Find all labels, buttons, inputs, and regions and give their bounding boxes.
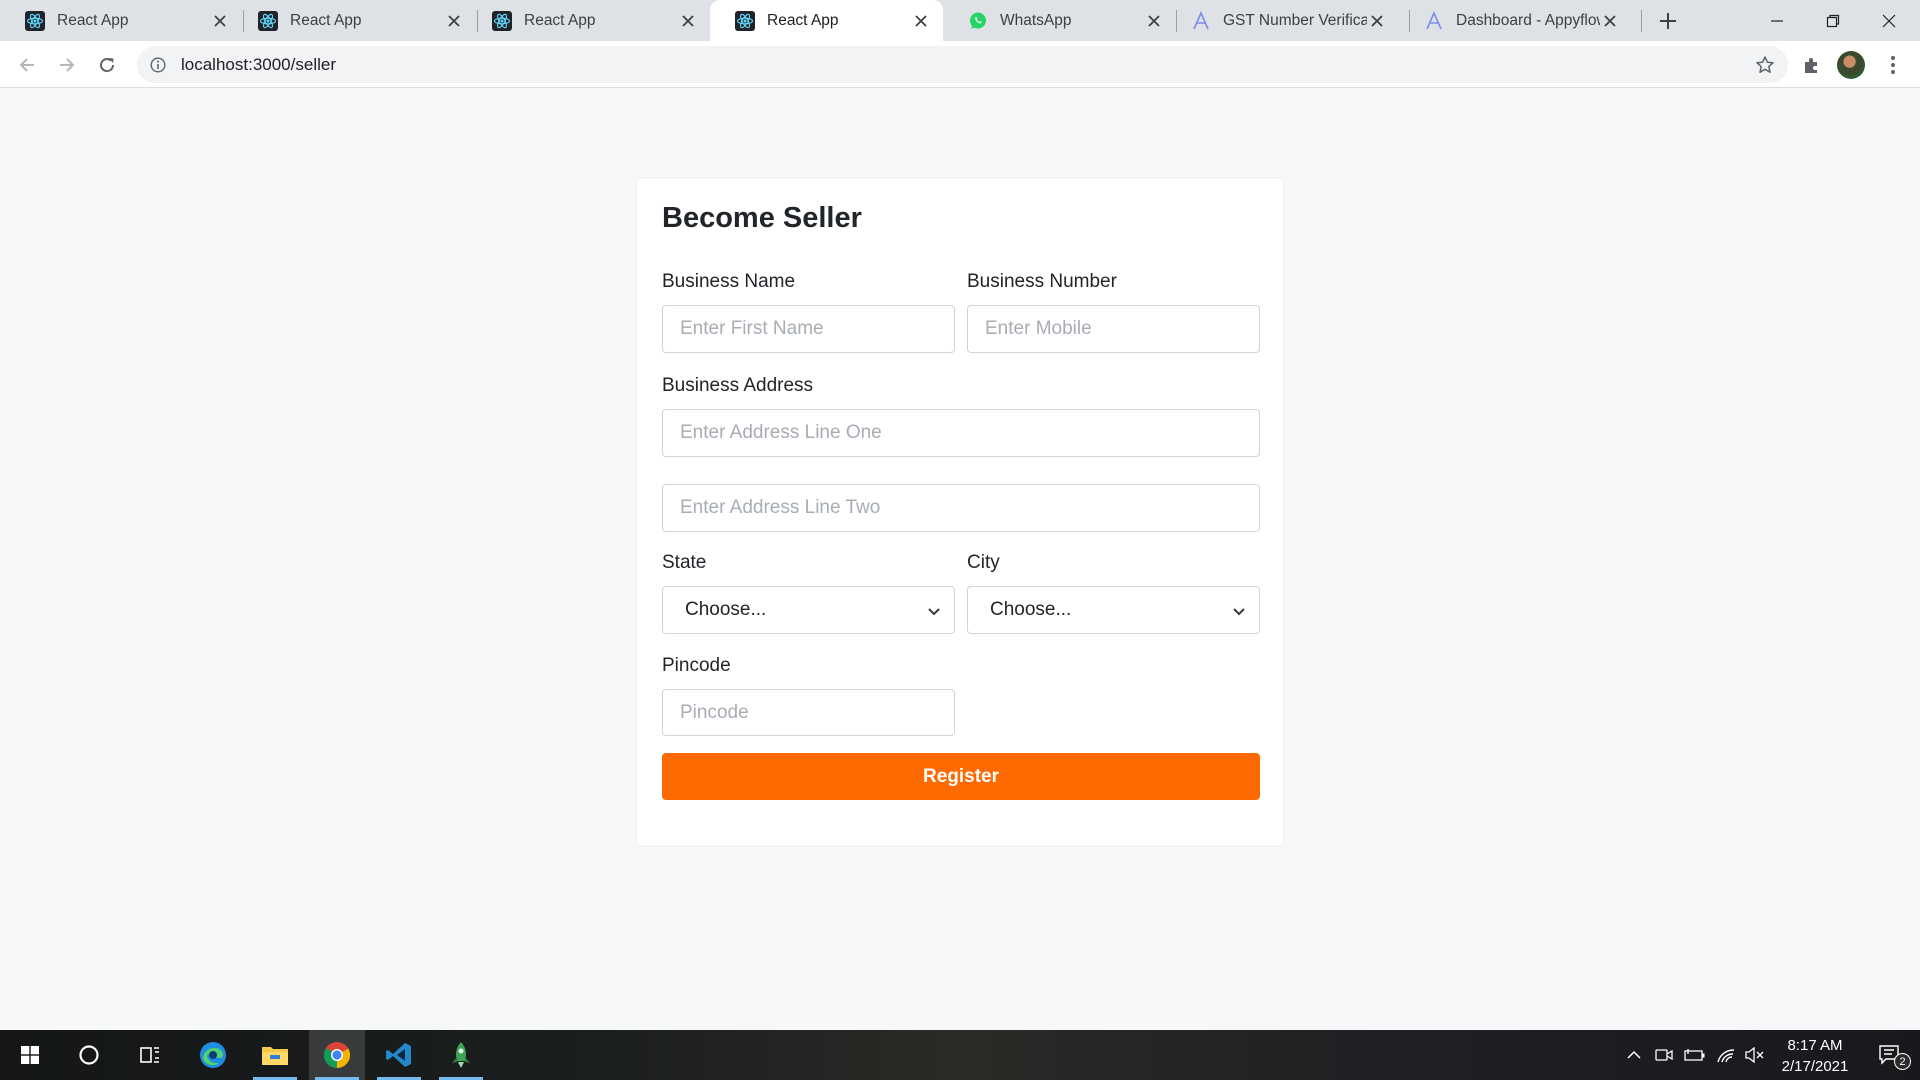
browser-tab[interactable]: GST Number Verificatio [1166, 0, 1399, 41]
chrome-icon[interactable] [309, 1030, 365, 1080]
reload-icon [100, 58, 115, 73]
register-button[interactable]: Register [662, 753, 1260, 800]
profile-avatar[interactable] [1837, 51, 1865, 79]
action-center-button[interactable]: 2 [1866, 1030, 1916, 1080]
business-address-label: Business Address [662, 375, 814, 396]
city-selected-value: Choose... [990, 599, 1072, 620]
chevron-down-icon [928, 608, 940, 616]
tab-title: React App [290, 11, 362, 29]
puzzle-piece-icon [1805, 58, 1817, 73]
task-view-icon[interactable] [122, 1030, 178, 1080]
tab-title: React App [57, 11, 129, 29]
state-selected-value: Choose... [685, 599, 767, 620]
state-select[interactable]: Choose... [662, 586, 955, 634]
kebab-menu-icon [1891, 56, 1895, 74]
tab-title: React App [524, 11, 596, 29]
edge-icon[interactable] [185, 1030, 241, 1080]
address-bar[interactable]: localhost:3000/seller [137, 46, 1788, 83]
react-icon [25, 10, 45, 31]
clock-time: 8:17 AM [1787, 1037, 1843, 1054]
volume-muted-icon[interactable] [1741, 1030, 1767, 1080]
clock-date: 2/17/2021 [1781, 1058, 1849, 1075]
address-line-one-input[interactable] [662, 409, 1260, 457]
business-name-input[interactable] [662, 305, 955, 353]
tab-title: GST Number Verificatio [1223, 11, 1367, 29]
browser-tab[interactable]: Dashboard - Appyflow [1399, 0, 1632, 41]
battery-icon[interactable] [1682, 1030, 1708, 1080]
close-tab-icon[interactable] [1144, 11, 1164, 31]
pincode-input[interactable] [662, 689, 955, 736]
page-title: Become Seller [662, 202, 862, 234]
whatsapp-icon [968, 11, 988, 31]
appyflow-icon [1191, 10, 1211, 31]
back-button[interactable] [11, 49, 43, 81]
taskbar-clock[interactable]: 8:17 AM 2/17/2021 [1765, 1035, 1865, 1077]
seller-form-card: Become Seller Business Name Business Num… [636, 177, 1284, 847]
browser-menu-button[interactable] [1877, 49, 1909, 81]
reload-button[interactable] [91, 49, 123, 81]
business-number-label: Business Number [967, 271, 1117, 292]
plus-icon [1660, 13, 1676, 29]
windows-start-icon[interactable] [2, 1030, 58, 1080]
restore-icon [1826, 14, 1840, 27]
city-select[interactable]: Choose... [967, 586, 1260, 634]
show-hidden-icons-chevron-icon[interactable] [1622, 1030, 1646, 1080]
tab-title: WhatsApp [1000, 11, 1072, 29]
minimize-icon [1771, 19, 1783, 22]
close-tab-icon[interactable] [1367, 11, 1387, 31]
close-tab-icon[interactable] [678, 11, 698, 31]
windows-taskbar: 8:17 AM 2/17/2021 2 [0, 1030, 1920, 1080]
close-tab-icon[interactable] [210, 11, 230, 31]
browser-tab[interactable]: React App [0, 0, 242, 41]
react-icon [492, 10, 512, 31]
meet-now-icon[interactable] [1652, 1030, 1676, 1080]
tab-divider [1641, 10, 1642, 32]
forward-button[interactable] [51, 49, 83, 81]
tab-title: Dashboard - Appyflow [1456, 11, 1600, 29]
bookmark-star-icon[interactable] [1754, 54, 1776, 76]
restore-button[interactable] [1805, 0, 1861, 41]
tab-title: React App [767, 11, 839, 29]
url-text: localhost:3000/seller [181, 54, 336, 74]
browser-tab[interactable]: WhatsApp [943, 0, 1176, 41]
vscode-icon[interactable] [371, 1030, 427, 1080]
notification-count-badge: 2 [1894, 1053, 1911, 1070]
react-icon [735, 10, 755, 31]
state-label: State [662, 552, 707, 573]
chevron-down-icon [1233, 608, 1245, 616]
cortana-icon[interactable] [61, 1030, 117, 1080]
new-tab-button[interactable] [1655, 8, 1681, 34]
browser-toolbar: localhost:3000/seller [0, 41, 1920, 88]
minimize-button[interactable] [1749, 0, 1805, 41]
business-name-label: Business Name [662, 271, 796, 292]
browser-tab[interactable]: React App [467, 0, 710, 41]
rocket-app-icon[interactable] [433, 1030, 489, 1080]
close-icon [1882, 14, 1896, 27]
arrow-right-icon [60, 58, 75, 72]
pincode-label: Pincode [662, 655, 731, 676]
browser-tab[interactable]: React App [233, 0, 476, 41]
business-number-input[interactable] [967, 305, 1260, 353]
city-label: City [967, 552, 1000, 573]
extensions-button[interactable] [1796, 49, 1828, 81]
page-viewport: Become Seller Business Name Business Num… [0, 88, 1920, 1030]
site-info-icon[interactable] [149, 56, 167, 74]
browser-tab-strip: React App React App React App React App … [0, 0, 1920, 41]
close-tab-icon[interactable] [444, 11, 464, 31]
arrow-left-icon [19, 58, 34, 72]
browser-tab-active[interactable]: React App [710, 0, 943, 41]
react-icon [258, 10, 278, 31]
address-line-two-input[interactable] [662, 484, 1260, 532]
close-tab-icon[interactable] [1600, 11, 1620, 31]
file-explorer-icon[interactable] [247, 1030, 303, 1080]
wifi-icon[interactable] [1713, 1030, 1739, 1080]
appyflow-icon [1424, 10, 1444, 31]
close-tab-icon[interactable] [911, 11, 931, 31]
close-window-button[interactable] [1861, 0, 1917, 41]
